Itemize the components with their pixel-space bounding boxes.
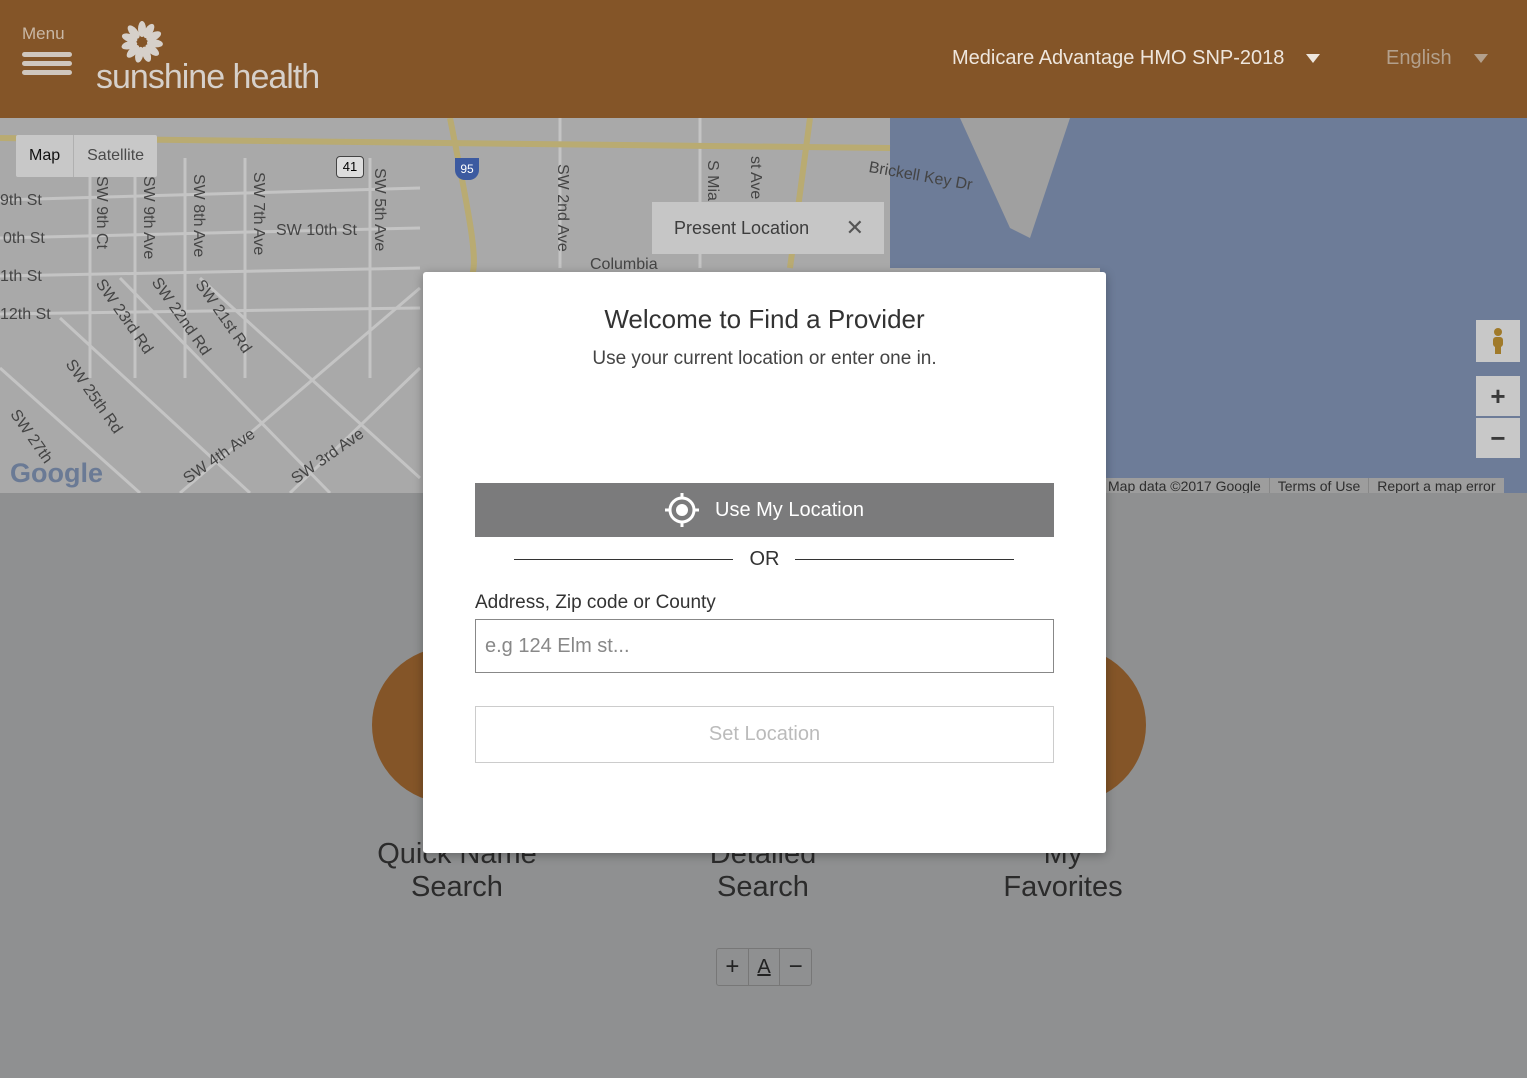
decrease-font-button[interactable]: −: [780, 949, 811, 985]
street-label: 1th St: [0, 268, 42, 285]
map-type-satellite-button[interactable]: Satellite: [74, 135, 157, 177]
modal-title: Welcome to Find a Provider: [604, 304, 925, 334]
language-label: English: [1386, 47, 1452, 69]
present-location-infowindow: Present Location ✕: [652, 202, 884, 254]
logo-text: sunshine health: [96, 58, 320, 96]
modal-subtitle: Use your current location or enter one i…: [592, 348, 937, 369]
terms-of-use-link[interactable]: Terms of Use: [1268, 478, 1369, 493]
reset-font-button[interactable]: A: [749, 949, 781, 985]
header: Menu sunshine health Medicare Advantage …: [0, 0, 1527, 118]
tile-label: Favorites: [1003, 871, 1123, 903]
map-footer: Map data ©2017 Google Terms of Use Report …: [1100, 478, 1504, 493]
caret-down-icon: [1306, 54, 1321, 64]
caret-down-icon: [1473, 54, 1488, 64]
map-type-map-button[interactable]: Map: [16, 135, 75, 177]
street-label: 9th St: [0, 192, 42, 209]
zoom-in-button[interactable]: +: [1476, 376, 1520, 416]
menu-button[interactable]: Menu: [22, 24, 72, 79]
street-label: SW 9th Ave: [140, 176, 157, 260]
close-icon[interactable]: ✕: [846, 202, 864, 254]
tile-label: Search: [717, 871, 809, 903]
crosshair-location-icon: [665, 493, 700, 527]
use-my-location-button[interactable]: Use My Location: [475, 483, 1054, 537]
interstate-95-shield-icon: 95: [455, 158, 479, 180]
divider: [795, 559, 1014, 560]
set-location-button[interactable]: Set Location: [475, 706, 1054, 763]
street-label: SW 5th Ave: [371, 168, 388, 252]
map-type-control: Map Satellite: [16, 135, 158, 177]
plan-dropdown[interactable]: Medicare Advantage HMO SNP-2018: [952, 47, 1321, 70]
street-label: 12th St: [0, 306, 51, 323]
increase-font-button[interactable]: +: [717, 949, 749, 985]
street-label: SW 7th Ave: [250, 172, 267, 256]
location-modal: Welcome to Find a Provider Use your curr…: [423, 272, 1106, 853]
zoom-out-button[interactable]: −: [1476, 418, 1520, 458]
street-label: SW 9th Ct: [93, 176, 110, 249]
street-label: 0th St: [3, 230, 45, 247]
use-my-location-label: Use My Location: [715, 498, 864, 521]
hamburger-icon: [22, 52, 72, 75]
street-label: SW 10th St: [276, 222, 357, 239]
address-label: Address, Zip code or County: [475, 592, 716, 613]
street-label: SW 2nd Ave: [554, 164, 571, 252]
street-view-pegman-icon[interactable]: [1476, 320, 1520, 362]
report-map-error-link[interactable]: Report a map error: [1368, 478, 1504, 493]
menu-label: Menu: [22, 24, 65, 43]
street-label: S Mia: [704, 160, 721, 201]
map-data-attribution: Map data ©2017 Google: [1108, 478, 1261, 493]
present-location-label: Present Location: [674, 218, 810, 238]
street-label: st Ave: [747, 156, 764, 200]
street-label: SW 8th Ave: [190, 174, 207, 258]
route-41-shield-icon: 41: [336, 156, 364, 178]
font-size-control: + A −: [716, 948, 812, 986]
language-dropdown[interactable]: English: [1386, 47, 1488, 70]
google-logo: Google: [10, 458, 103, 488]
plan-label: Medicare Advantage HMO SNP-2018: [952, 47, 1285, 69]
tile-label: Search: [411, 871, 503, 903]
address-input[interactable]: [475, 619, 1054, 673]
